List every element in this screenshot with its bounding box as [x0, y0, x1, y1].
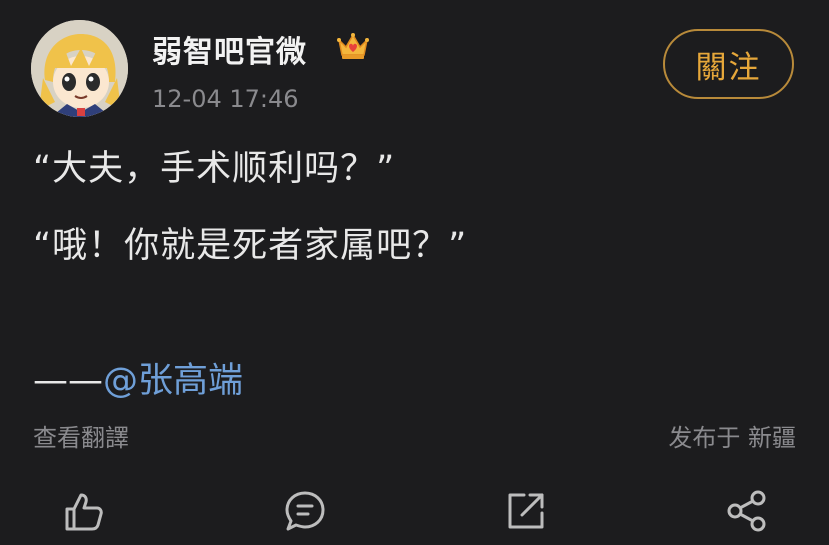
post-signature: ——@张高端 [33, 352, 243, 403]
post-text-line: “大夫，手术顺利吗？” [33, 149, 396, 189]
repost-icon[interactable] [504, 489, 548, 533]
follow-button[interactable]: 關注 [663, 29, 794, 99]
avatar[interactable] [31, 20, 128, 117]
post-timestamp: 12-04 17:46 [152, 85, 299, 113]
post-location: 发布于 新疆 [668, 424, 796, 452]
mention-link[interactable]: @张高端 [103, 361, 243, 401]
share-icon[interactable] [725, 489, 769, 533]
crown-icon [336, 31, 370, 61]
like-icon[interactable] [61, 489, 105, 533]
signature-dash: —— [33, 361, 103, 401]
cartoon-girl-avatar-icon [31, 20, 128, 117]
post-text-line: “哦！你就是死者家属吧？” [33, 226, 468, 266]
comment-icon[interactable] [283, 489, 327, 533]
translate-link[interactable]: 查看翻譯 [33, 418, 129, 453]
author-name[interactable]: 弱智吧官微 [152, 27, 307, 71]
